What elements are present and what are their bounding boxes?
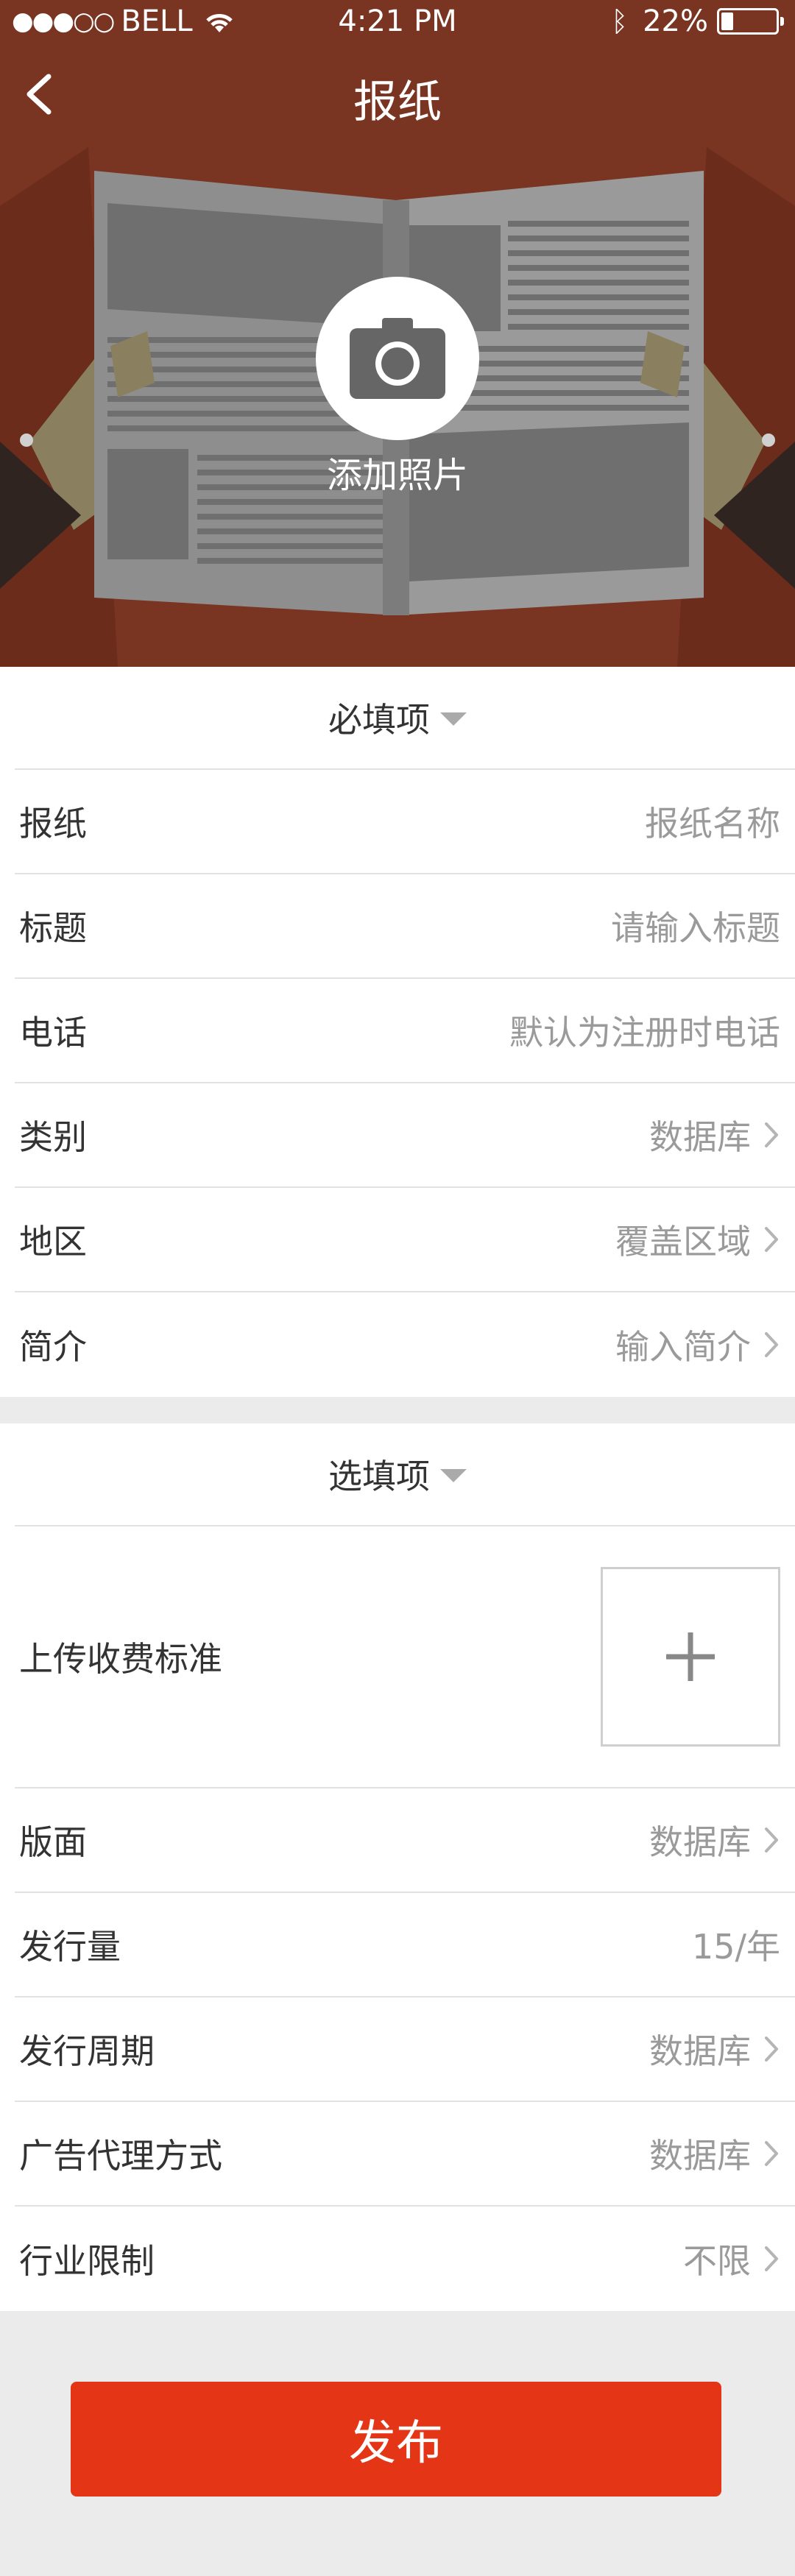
form-row-value-text: 输入简介 — [615, 1327, 751, 1367]
form-row-label: 报纸 — [19, 804, 87, 843]
form-row-value[interactable]: 不限 — [683, 2234, 780, 2283]
form-row-value[interactable]: 覆盖区域 — [615, 1215, 780, 1264]
form-row-value-text: 不限 — [683, 2241, 751, 2281]
chevron-right-icon — [765, 1122, 778, 1147]
form-row-value-text: 默认为注册时电话 — [509, 1013, 780, 1052]
battery-percent: 22% — [643, 4, 708, 38]
form-row-label: 版面 — [19, 1822, 87, 1862]
chevron-right-icon — [765, 1332, 778, 1357]
optional-header-label: 选填项 — [328, 1457, 430, 1496]
form-row-value[interactable]: 输入简介 — [615, 1320, 780, 1369]
publish-button[interactable]: 发布 — [71, 2382, 721, 2497]
form-row-value-text: 覆盖区域 — [615, 1222, 751, 1262]
form-row[interactable]: 发行量 15/年 — [15, 1893, 795, 1998]
form-row-value-text: 15/年 — [691, 1927, 780, 1967]
form-row[interactable]: 广告代理方式 数据库 — [15, 2102, 795, 2207]
required-header-label: 必填项 — [328, 700, 430, 740]
form-row-value[interactable]: 数据库 — [649, 2025, 780, 2073]
form-row-label: 发行量 — [19, 1927, 121, 1967]
optional-section: 选填项 上传收费标准 版面 数据库 发行量 15/年 发行周期 数据库 广告代理方式 数据库行… — [0, 1423, 795, 2311]
form-row[interactable]: 发行周期 数据库 — [15, 1998, 795, 2102]
page-title: 报纸 — [353, 77, 442, 128]
required-rows: 报纸 报纸名称标题 请输入标题电话 默认为注册时电话类别 数据库地区 覆盖区域简介 输入简介 — [0, 770, 795, 1397]
form-row-label: 类别 — [19, 1117, 87, 1157]
battery-icon — [717, 8, 784, 35]
form-row-value-text: 数据库 — [649, 1117, 751, 1157]
form-row-label: 发行周期 — [19, 2031, 155, 2071]
form-row[interactable]: 简介 输入简介 — [15, 1292, 795, 1397]
optional-rows: 版面 数据库 发行量 15/年 发行周期 数据库 广告代理方式 数据库 行业限制 不限 — [0, 1788, 795, 2311]
form-row[interactable]: 行业限制 不限 — [15, 2207, 795, 2311]
chevron-right-icon — [765, 2141, 778, 2166]
battery-fill — [721, 13, 733, 30]
add-photo-label: 添加照片 — [326, 455, 468, 496]
add-photo-button[interactable] — [316, 277, 479, 440]
chevron-right-icon — [765, 2037, 778, 2062]
status-bar: ●●●○○ BELL 4:21 PM ᛒ 22% — [0, 0, 795, 44]
form-row-value-text: 请输入标题 — [611, 908, 780, 948]
form-row[interactable]: 电话 默认为注册时电话 — [15, 979, 795, 1083]
caret-down-icon — [440, 712, 467, 726]
hero-banner: ●●●○○ BELL 4:21 PM ᛒ 22% 报纸 添加照片 — [0, 0, 795, 667]
form-row[interactable]: 版面 数据库 — [15, 1788, 795, 1893]
camera-icon — [350, 318, 445, 399]
form-row-value[interactable]: 报纸名称 — [645, 797, 780, 846]
chevron-right-icon — [765, 2246, 778, 2271]
upload-fee-row: 上传收费标准 — [15, 1526, 795, 1788]
chevron-right-icon — [765, 1227, 778, 1252]
form-row-value-text: 数据库 — [649, 2136, 751, 2176]
form-row-value[interactable]: 默认为注册时电话 — [509, 1006, 780, 1055]
status-right: ᛒ 22% — [611, 4, 784, 38]
form-row-label: 电话 — [19, 1013, 87, 1052]
form-row-value-text: 数据库 — [649, 2031, 751, 2071]
form-row-value[interactable]: 请输入标题 — [611, 902, 780, 950]
required-section: 必填项 报纸 报纸名称标题 请输入标题电话 默认为注册时电话类别 数据库地区 覆盖区域简介… — [0, 667, 795, 1397]
upload-add-button[interactable] — [601, 1567, 780, 1747]
form-row[interactable]: 报纸 报纸名称 — [15, 770, 795, 874]
upload-fee-label: 上传收费标准 — [19, 1639, 222, 1679]
form-row-value-text: 报纸名称 — [645, 804, 780, 843]
bluetooth-icon: ᛒ — [611, 5, 629, 38]
form-row-label: 广告代理方式 — [19, 2136, 222, 2176]
required-header[interactable]: 必填项 — [15, 667, 795, 770]
chevron-right-icon — [765, 1827, 778, 1853]
form-row-label: 简介 — [19, 1327, 87, 1367]
form-row-value[interactable]: 数据库 — [649, 2129, 780, 2178]
form-row[interactable]: 标题 请输入标题 — [15, 874, 795, 979]
form-row-label: 标题 — [19, 908, 87, 948]
form-row-value[interactable]: 数据库 — [649, 1816, 780, 1864]
form-row-value[interactable]: 15/年 — [692, 1920, 780, 1969]
form-row-value-text: 数据库 — [649, 1822, 751, 1862]
form-row-value[interactable]: 数据库 — [649, 1111, 780, 1159]
form-row[interactable]: 类别 数据库 — [15, 1083, 795, 1188]
caret-down-icon — [440, 1469, 467, 1482]
form-row[interactable]: 地区 覆盖区域 — [15, 1188, 795, 1292]
optional-header[interactable]: 选填项 — [15, 1423, 795, 1526]
form-row-label: 地区 — [19, 1222, 87, 1262]
form-row-label: 行业限制 — [19, 2241, 155, 2281]
